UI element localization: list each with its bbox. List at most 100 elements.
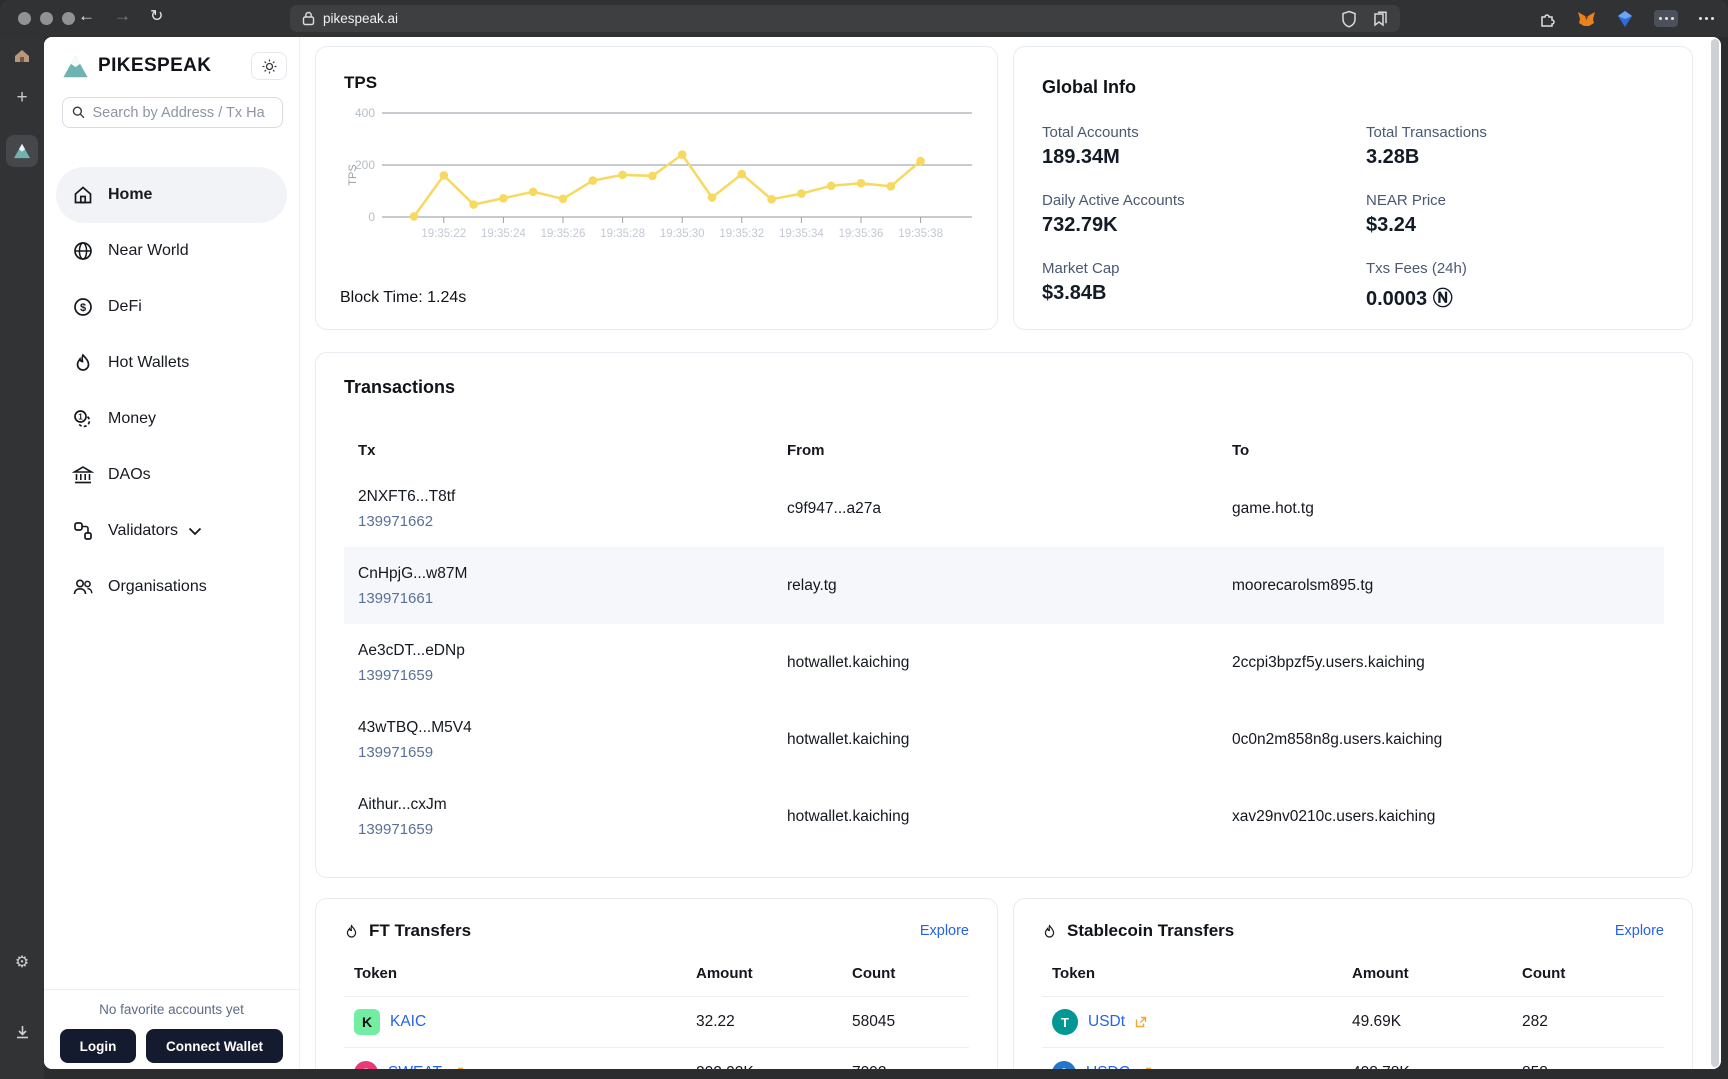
home-icon[interactable] xyxy=(0,49,44,68)
list-item[interactable]: K KAIC 32.22 58045 xyxy=(344,997,969,1048)
flame-icon xyxy=(1044,923,1055,938)
main-content: TPS 0 200 400 TPS 19:35:22 19:35:24 19:35:26 19… xyxy=(300,37,1721,1069)
coins-icon: 1 xyxy=(74,410,91,428)
external-link-icon xyxy=(457,1067,464,1069)
flame-icon xyxy=(346,923,357,938)
svg-text:TPS: TPS xyxy=(347,164,359,185)
svg-text:400: 400 xyxy=(355,106,375,120)
traffic-light-close[interactable] xyxy=(18,12,31,25)
svg-text:19:35:22: 19:35:22 xyxy=(421,228,466,240)
svg-text:19:35:24: 19:35:24 xyxy=(481,228,526,240)
search-icon xyxy=(72,106,85,119)
sun-icon xyxy=(262,59,276,73)
traffic-light-zoom[interactable] xyxy=(62,12,75,25)
stat-total-accounts: Total Accounts 189.34M xyxy=(1042,124,1139,168)
block-link[interactable]: 139971659 xyxy=(344,667,787,684)
svg-text:19:35:34: 19:35:34 xyxy=(779,228,824,240)
table-row[interactable]: CnHpjG...w87M 139971661 relay.tg moorecaro… xyxy=(344,547,1664,624)
theme-toggle-button[interactable] xyxy=(251,52,287,80)
stablecoin-explore-link[interactable]: Explore xyxy=(1615,923,1664,939)
sidebar-item-defi[interactable]: $ DeFi xyxy=(44,279,299,335)
search-input[interactable] xyxy=(92,104,273,121)
block-link[interactable]: 139971659 xyxy=(344,744,787,761)
svg-text:19:35:36: 19:35:36 xyxy=(839,228,884,240)
stat-daily-active-accounts: Daily Active Accounts 732.79K xyxy=(1042,192,1185,236)
block-link[interactable]: 139971662 xyxy=(344,513,787,530)
forward-icon[interactable]: → xyxy=(114,6,131,26)
transactions-title: Transactions xyxy=(344,377,456,397)
col-header-from: From xyxy=(787,441,825,459)
download-icon[interactable] xyxy=(0,1025,44,1045)
block-link[interactable]: 139971661 xyxy=(344,590,787,607)
connect-wallet-button[interactable]: Connect Wallet xyxy=(146,1029,283,1063)
list-item[interactable]: S SWEAT 202.02K 7092 xyxy=(344,1048,969,1069)
svg-text:19:35:32: 19:35:32 xyxy=(719,228,764,240)
traffic-light-minimize[interactable] xyxy=(40,12,53,25)
tps-card: TPS 0 200 400 TPS 19:35:22 19:35:24 19:35:26 19… xyxy=(315,46,998,330)
url-bar[interactable]: pikespeak.ai xyxy=(290,5,1400,32)
block-link[interactable]: 139971659 xyxy=(344,821,787,838)
list-item[interactable]: T USDt 49.69K 282 xyxy=(1042,997,1664,1048)
table-row[interactable]: 43wTBQ...M5V4 139971659 hotwallet.kaichin… xyxy=(344,701,1664,778)
external-link-icon xyxy=(1135,1016,1147,1028)
favorites-note: No favorite accounts yet xyxy=(44,989,299,1027)
pikespeak-logo-icon xyxy=(63,55,88,77)
search-input-wrapper xyxy=(62,97,283,128)
token-link[interactable]: SWEAT xyxy=(388,1064,442,1069)
chevron-down-icon xyxy=(188,527,202,535)
page-scrollbar[interactable] xyxy=(1711,39,1719,1067)
svg-text:19:35:26: 19:35:26 xyxy=(541,228,586,240)
usdc-token-icon: $ xyxy=(1052,1061,1076,1069)
new-tab-plus-icon[interactable]: + xyxy=(0,87,44,109)
reload-icon[interactable]: ↻ xyxy=(150,6,163,26)
sidebar-item-validators[interactable]: Validators xyxy=(44,503,299,559)
ft-header-row: Token Amount Count xyxy=(344,951,969,997)
lock-icon xyxy=(302,11,315,26)
tps-chart: 0200400TPS19:35:22 19:35:24 19:35:26 19:35:… xyxy=(347,106,972,240)
sidebar-item-home[interactable]: Home xyxy=(56,167,287,223)
app-logo-text: PIKESPEAK xyxy=(98,55,212,76)
metamask-fox-icon[interactable] xyxy=(1577,10,1596,28)
extensions-puzzle-icon[interactable] xyxy=(1539,10,1556,27)
token-link[interactable]: KAIC xyxy=(390,1013,426,1031)
sidebar-item-organisations[interactable]: Organisations xyxy=(44,559,299,615)
stat-near-price: NEAR Price $3.24 xyxy=(1366,192,1447,236)
stat-txs-fees: Txs Fees (24h) 0.0003 Ⓝ xyxy=(1366,260,1467,310)
settings-gear-icon[interactable]: ⚙ xyxy=(0,952,44,972)
wallet-diamond-icon[interactable] xyxy=(1617,10,1633,28)
transactions-card: Transactions Tx From To 2NXFT6...T8tf 139… xyxy=(315,352,1693,878)
ft-explore-link[interactable]: Explore xyxy=(920,923,969,939)
dollar-circle-icon: $ xyxy=(74,298,92,316)
shield-icon[interactable] xyxy=(1341,10,1357,28)
sidebar-item-daos[interactable]: DAOs xyxy=(44,447,299,503)
list-item[interactable]: $ USDC 408.78K 858 xyxy=(1042,1048,1664,1069)
token-link[interactable]: USDC xyxy=(1086,1064,1130,1069)
sidebar-item-money[interactable]: 1 Money xyxy=(44,391,299,447)
bookmark-icon[interactable] xyxy=(1371,10,1388,27)
browser-tab-strip: + ⚙ xyxy=(0,37,44,1079)
stablecoin-transfers-card: Stablecoin Transfers Explore Token Amoun… xyxy=(1013,898,1693,1069)
sidebar-item-label: DeFi xyxy=(108,298,142,315)
table-row[interactable]: 2NXFT6...T8tf 139971662 c9f947...a27a game… xyxy=(344,470,1664,547)
svg-text:1: 1 xyxy=(78,413,83,422)
global-info-title: Global Info xyxy=(1042,77,1136,97)
table-row[interactable]: Aithur...cxJm 139971659 hotwallet.kaichin… xyxy=(344,778,1664,855)
login-button[interactable]: Login xyxy=(60,1029,136,1063)
kaic-token-icon: K xyxy=(354,1009,380,1035)
overflow-menu-icon[interactable] xyxy=(1699,17,1714,20)
sidebar-item-label: Home xyxy=(108,186,153,203)
bank-icon xyxy=(72,466,94,484)
sidebar-item-hot-wallets[interactable]: Hot Wallets xyxy=(44,335,299,391)
svg-text:19:35:30: 19:35:30 xyxy=(660,228,705,240)
extensions-group-icon[interactable] xyxy=(1654,10,1678,27)
stat-market-cap: Market Cap $3.84B xyxy=(1042,260,1120,304)
token-link[interactable]: USDt xyxy=(1088,1013,1125,1031)
sidebar-item-near-world[interactable]: Near World xyxy=(44,223,299,279)
svg-text:0: 0 xyxy=(368,210,375,224)
stablecoin-header-row: Token Amount Count xyxy=(1042,951,1664,997)
back-icon[interactable]: ← xyxy=(78,6,95,26)
app-sidebar: PIKESPEAK Home Near World xyxy=(44,37,300,1069)
col-header-tx: Tx xyxy=(358,441,376,459)
pikespeak-favicon[interactable] xyxy=(6,135,38,167)
table-row[interactable]: Ae3cDT...eDNp 139971659 hotwallet.kaichin… xyxy=(344,624,1664,701)
